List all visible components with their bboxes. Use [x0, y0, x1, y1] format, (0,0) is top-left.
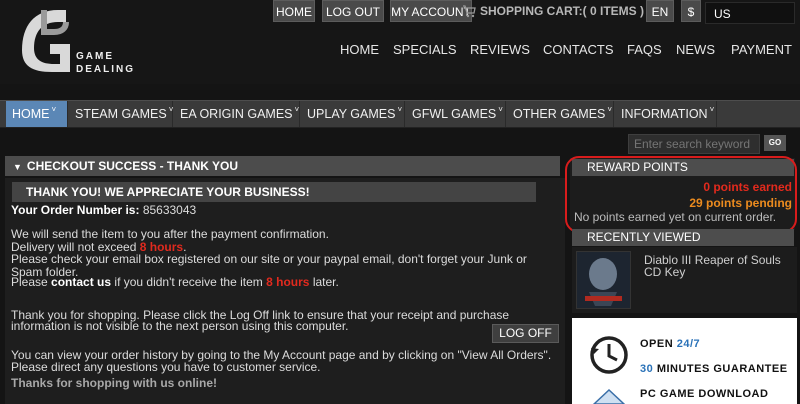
log-off-button[interactable]: LOG OFF	[492, 324, 559, 343]
contact-us-link[interactable]: contact us	[51, 275, 111, 289]
brand-line2: DEALING	[76, 64, 135, 75]
brand-line1: GAME	[76, 51, 114, 62]
menu-uplay-label: UPLAY GAMES	[307, 107, 396, 121]
logoff-instruction-2: information is not visible to the next p…	[11, 319, 349, 333]
minutes-guarantee-text: 30 MINUTES GUARANTEE	[640, 363, 788, 375]
open-label: OPEN	[640, 338, 674, 350]
recently-viewed-item-line2: CD Key	[644, 265, 686, 279]
menu-uplay-games[interactable]: UPLAY GAMES ˅	[301, 101, 405, 127]
nav-payment[interactable]: PAYMENT	[731, 42, 792, 58]
customer-service-text: Please direct any questions you have to …	[11, 360, 321, 374]
menu-gfwl-games[interactable]: GFWL GAMES ˅	[406, 101, 506, 127]
currency-select[interactable]: US	[705, 2, 795, 24]
menu-info-label: INFORMATION	[621, 107, 708, 121]
top-home-button[interactable]: HOME	[273, 0, 315, 22]
triangle-down-icon: ▼	[13, 162, 22, 172]
search-go-button[interactable]: GO	[764, 135, 786, 151]
language-button[interactable]: EN	[646, 0, 674, 22]
checkout-panel-title: ▼ CHECKOUT SUCCESS - THANK YOU	[5, 156, 560, 176]
email-check-text: Please check your email box registered o…	[11, 252, 527, 266]
order-number-value: 85633043	[142, 203, 197, 217]
menu-information[interactable]: INFORMATION ˅	[615, 101, 717, 127]
menu-ea-origin-games[interactable]: EA ORIGIN GAMES ˅	[174, 101, 300, 127]
clock-icon	[590, 336, 628, 374]
highlight-annotation	[565, 156, 797, 233]
contact-hours: 8 hours	[266, 275, 310, 289]
chevron-down-icon: ˅	[51, 105, 57, 114]
thank-you-heading: THANK YOU! WE APPRECIATE YOUR BUSINESS!	[12, 182, 536, 202]
recently-viewed-item[interactable]: Diablo III Reaper of Souls CD Key	[644, 254, 794, 278]
contact-text-mid: if you didn't receive the item	[114, 275, 263, 289]
my-account-button[interactable]: MY ACCOUNT	[390, 0, 472, 22]
nav-news[interactable]: NEWS	[676, 42, 715, 58]
shopping-cart-summary[interactable]: SHOPPING CART:( 0 ITEMS )	[480, 0, 644, 22]
menu-ea-label: EA ORIGIN GAMES	[180, 107, 293, 121]
envelope-icon	[592, 388, 626, 404]
order-number-line: Your Order Number is: 85633043	[11, 204, 196, 217]
order-number-label: Your Order Number is:	[11, 203, 140, 217]
contact-text: Please contact us if you didn't receive …	[11, 276, 339, 289]
menu-home-label: HOME	[12, 107, 50, 121]
menu-steam-games[interactable]: STEAM GAMES ˅	[69, 101, 173, 127]
checkout-title-text: CHECKOUT SUCCESS - THANK YOU	[26, 159, 239, 173]
menu-other-games[interactable]: OTHER GAMES ˅	[507, 101, 614, 127]
logout-button[interactable]: LOG OUT	[322, 0, 384, 22]
chevron-down-icon: ˅	[168, 105, 174, 114]
nav-contacts[interactable]: CONTACTS	[543, 42, 614, 58]
menu-steam-label: STEAM GAMES	[75, 107, 167, 121]
chevron-down-icon: ˅	[397, 105, 403, 114]
nav-specials[interactable]: SPECIALS	[393, 42, 457, 58]
contact-text-pre: Please	[11, 275, 48, 289]
thanks-text: Thanks for shopping with us online!	[11, 376, 217, 390]
search-input[interactable]	[628, 134, 760, 154]
game-dealing-logo-icon[interactable]	[14, 2, 72, 72]
nav-faqs[interactable]: FAQS	[627, 42, 662, 58]
nav-home[interactable]: HOME	[340, 42, 379, 58]
chevron-down-icon: ˅	[709, 105, 715, 114]
diablo-cover-icon	[577, 252, 630, 308]
minutes-number: 30	[640, 363, 654, 375]
product-thumbnail[interactable]	[576, 251, 631, 309]
chevron-down-icon: ˅	[607, 105, 613, 114]
recently-viewed-title: RECENTLY VIEWED	[572, 229, 794, 246]
open-hours-text: OPEN 24/7	[640, 338, 700, 350]
menu-gfwl-label: GFWL GAMES	[412, 107, 497, 121]
brand-name: GAME DEALING	[76, 50, 135, 76]
nav-reviews[interactable]: REVIEWS	[470, 42, 530, 58]
contact-text-post: later.	[312, 275, 339, 289]
open-hours: 24/7	[676, 338, 701, 350]
menu-home[interactable]: HOME ˅	[6, 101, 68, 127]
chevron-down-icon: ˅	[498, 105, 503, 114]
minutes-label: MINUTES GUARANTEE	[656, 363, 788, 375]
menu-other-label: OTHER GAMES	[513, 107, 606, 121]
chevron-down-icon: ˅	[294, 105, 300, 114]
currency-symbol-button[interactable]: $	[681, 0, 701, 22]
pc-game-download-text: PC GAME DOWNLOAD	[640, 388, 769, 400]
shopping-cart-icon[interactable]	[462, 4, 476, 18]
